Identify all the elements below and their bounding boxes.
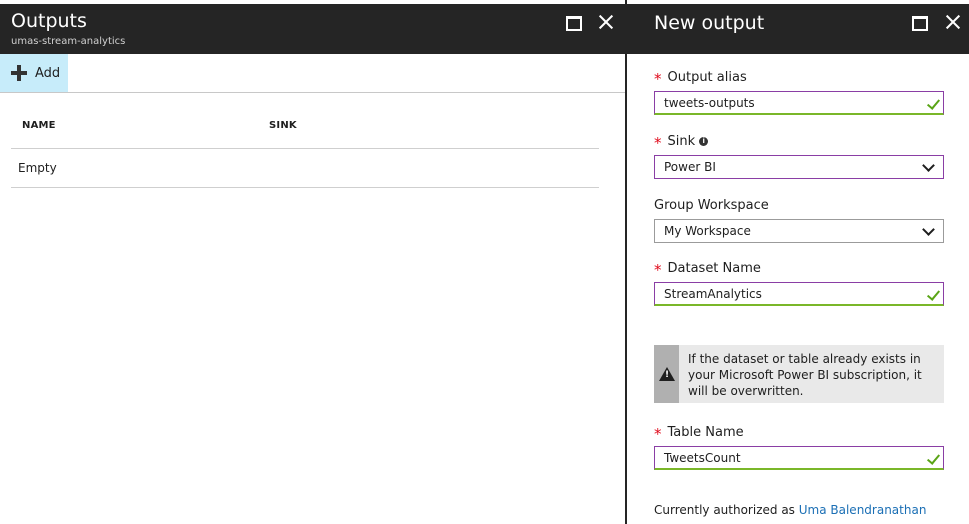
required-marker: *: [654, 425, 662, 443]
outputs-blade-header: Outputs umas-stream-analytics: [0, 4, 625, 54]
close-button[interactable]: [943, 12, 965, 34]
dataset-name-input[interactable]: StreamAnalytics: [654, 282, 944, 306]
warning-text: If the dataset or table already exists i…: [688, 352, 922, 398]
table-name-value: TweetsCount: [664, 451, 741, 465]
required-marker: *: [654, 70, 662, 88]
add-button-label: Add: [35, 65, 61, 81]
outputs-blade: Outputs umas-stream-analytics Add NAME S…: [0, 4, 625, 524]
close-icon: [945, 14, 961, 30]
blade-subtitle: umas-stream-analytics: [11, 36, 126, 47]
new-output-blade: New output * Output alias tweets-outputs…: [627, 4, 969, 524]
group-workspace-dropdown[interactable]: My Workspace: [654, 219, 944, 243]
required-marker: *: [654, 134, 662, 152]
authorized-prefix: Currently authorized as: [654, 503, 795, 517]
close-icon: [598, 14, 614, 30]
checkmark-icon: [926, 96, 941, 110]
maximize-icon: [566, 16, 582, 31]
table-name-label-text: Table Name: [667, 425, 744, 440]
add-button[interactable]: Add: [0, 54, 68, 92]
new-output-blade-header: New output: [627, 4, 969, 54]
maximize-button[interactable]: [564, 13, 586, 35]
sink-value: Power BI: [664, 160, 716, 174]
chevron-down-icon: [922, 223, 935, 236]
outputs-table: NAME SINK Empty: [11, 111, 599, 188]
checkmark-icon: [926, 287, 941, 301]
overwrite-warning: If the dataset or table already exists i…: [654, 345, 944, 403]
output-alias-label: * Output alias: [654, 70, 747, 88]
blade-title: Outputs: [11, 10, 87, 32]
group-workspace-label: Group Workspace: [654, 198, 769, 213]
warning-icon: [659, 367, 675, 381]
blade-title: New output: [654, 12, 765, 34]
dataset-name-value: StreamAnalytics: [664, 287, 762, 301]
checkmark-icon: [926, 451, 941, 465]
sink-label: * Sink i: [654, 134, 709, 152]
table-name-input[interactable]: TweetsCount: [654, 446, 944, 470]
output-alias-label-text: Output alias: [667, 70, 747, 85]
maximize-button[interactable]: [910, 13, 932, 35]
table-row: Empty: [11, 149, 599, 188]
chevron-down-icon: [922, 159, 935, 172]
sink-label-text: Sink: [667, 134, 696, 149]
empty-text: Empty: [18, 161, 57, 175]
table-name-label: * Table Name: [654, 425, 744, 443]
table-header: NAME SINK: [11, 111, 599, 149]
dataset-name-label: * Dataset Name: [654, 261, 761, 279]
sink-dropdown[interactable]: Power BI: [654, 155, 944, 179]
maximize-icon: [912, 16, 928, 31]
output-alias-value: tweets-outputs: [664, 96, 755, 110]
column-header-sink[interactable]: SINK: [269, 120, 297, 131]
dataset-name-label-text: Dataset Name: [667, 261, 761, 276]
authorization-status: Currently authorized as Uma Balendranath…: [654, 503, 926, 517]
command-bar: Add: [0, 54, 625, 93]
output-alias-input[interactable]: tweets-outputs: [654, 91, 944, 115]
column-header-name[interactable]: NAME: [22, 120, 56, 131]
required-marker: *: [654, 261, 662, 279]
authorized-user-link[interactable]: Uma Balendranathan: [799, 503, 927, 517]
group-workspace-value: My Workspace: [664, 224, 751, 238]
warning-sidebar: [654, 345, 679, 403]
close-button[interactable]: [596, 12, 618, 34]
group-workspace-label-text: Group Workspace: [654, 198, 769, 213]
plus-icon: [11, 65, 27, 81]
info-icon[interactable]: i: [699, 137, 709, 146]
